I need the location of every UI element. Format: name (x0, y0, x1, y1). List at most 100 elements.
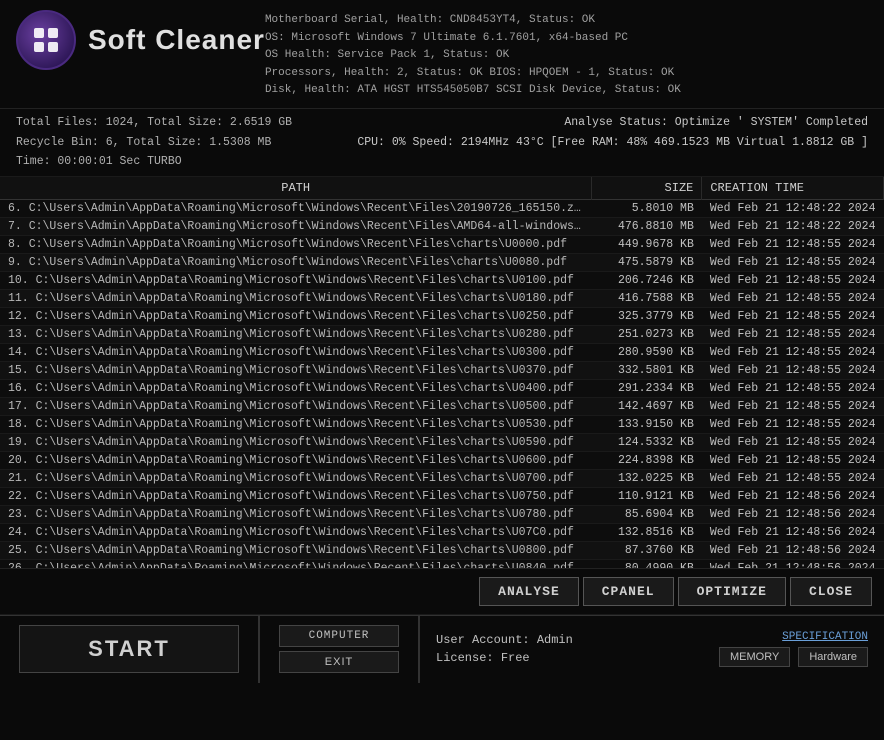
recycle-bin-stat: Recycle Bin: 6, Total Size: 1.5308 MB (16, 133, 271, 153)
computer-exit-area: COMPUTER EXIT (260, 615, 420, 683)
license: License: Free (436, 651, 687, 665)
table-cell-size: 80.4990 KB (592, 559, 702, 569)
table-cell-date: Wed Feb 21 12:48:22 2024 (702, 199, 884, 217)
table-row: 6. C:\Users\Admin\AppData\Roaming\Micros… (0, 199, 884, 217)
app-title: Soft Cleaner (88, 24, 265, 56)
sysinfo-line5: Disk, Health: ATA HGST HTS545050B7 SCSI … (265, 82, 868, 100)
table-cell-date: Wed Feb 21 12:48:55 2024 (702, 415, 884, 433)
table-cell-path: 19. C:\Users\Admin\AppData\Roaming\Micro… (0, 433, 592, 451)
table-row: 26. C:\Users\Admin\AppData\Roaming\Micro… (0, 559, 884, 569)
table-cell-size: 416.7588 KB (592, 289, 702, 307)
user-account-label: User Account: (436, 633, 530, 647)
analyse-status: Analyse Status: Optimize ' SYSTEM' Compl… (564, 113, 868, 133)
user-info-area: User Account: Admin License: Free (420, 615, 703, 683)
logo-area: Soft Cleaner (16, 10, 265, 70)
table-cell-size: 124.5332 KB (592, 433, 702, 451)
col-path: PATH (0, 177, 592, 200)
license-value: Free (501, 651, 530, 665)
table-cell-path: 13. C:\Users\Admin\AppData\Roaming\Micro… (0, 325, 592, 343)
hardware-button[interactable]: Hardware (798, 647, 868, 667)
table-row: 20. C:\Users\Admin\AppData\Roaming\Micro… (0, 451, 884, 469)
table-row: 13. C:\Users\Admin\AppData\Roaming\Micro… (0, 325, 884, 343)
table-cell-path: 23. C:\Users\Admin\AppData\Roaming\Micro… (0, 505, 592, 523)
header: Soft Cleaner Motherboard Serial, Health:… (0, 0, 884, 109)
table-row: 8. C:\Users\Admin\AppData\Roaming\Micros… (0, 235, 884, 253)
cpu-status: CPU: 0% Speed: 2194MHz 43°C [Free RAM: 4… (357, 133, 868, 153)
table-row: 10. C:\Users\Admin\AppData\Roaming\Micro… (0, 271, 884, 289)
sysinfo-line4: Processors, Health: 2, Status: OK BIOS: … (265, 65, 868, 83)
close-button[interactable]: CLOSE (790, 577, 872, 606)
file-table-container[interactable]: PATH SIZE CREATION TIME 6. C:\Users\Admi… (0, 177, 884, 569)
sysinfo-line2: OS: Microsoft Windows 7 Ultimate 6.1.760… (265, 30, 868, 48)
computer-button[interactable]: COMPUTER (279, 625, 399, 647)
col-size: SIZE (592, 177, 702, 200)
exit-button[interactable]: EXIT (279, 651, 399, 673)
table-cell-date: Wed Feb 21 12:48:56 2024 (702, 541, 884, 559)
footer: START COMPUTER EXIT User Account: Admin … (0, 615, 884, 683)
info-row-1: Total Files: 1024, Total Size: 2.6519 GB… (16, 113, 868, 133)
table-cell-size: 476.8810 MB (592, 217, 702, 235)
table-cell-date: Wed Feb 21 12:48:55 2024 (702, 325, 884, 343)
table-cell-date: Wed Feb 21 12:48:55 2024 (702, 271, 884, 289)
table-cell-date: Wed Feb 21 12:48:55 2024 (702, 289, 884, 307)
table-cell-date: Wed Feb 21 12:48:55 2024 (702, 379, 884, 397)
table-row: 9. C:\Users\Admin\AppData\Roaming\Micros… (0, 253, 884, 271)
table-cell-size: 206.7246 KB (592, 271, 702, 289)
table-cell-date: Wed Feb 21 12:48:55 2024 (702, 451, 884, 469)
table-cell-size: 475.5879 KB (592, 253, 702, 271)
table-cell-date: Wed Feb 21 12:48:55 2024 (702, 397, 884, 415)
table-cell-path: 6. C:\Users\Admin\AppData\Roaming\Micros… (0, 199, 592, 217)
table-row: 21. C:\Users\Admin\AppData\Roaming\Micro… (0, 469, 884, 487)
spec-area: SPECIFICATION MEMORY Hardware (703, 615, 884, 683)
action-buttons: ANALYSE CPANEL OPTIMIZE CLOSE (0, 569, 884, 615)
table-cell-size: 110.9121 KB (592, 487, 702, 505)
sysinfo-line3: OS Health: Service Pack 1, Status: OK (265, 47, 868, 65)
table-row: 15. C:\Users\Admin\AppData\Roaming\Micro… (0, 361, 884, 379)
cpanel-button[interactable]: CPANEL (583, 577, 674, 606)
table-cell-size: 87.3760 KB (592, 541, 702, 559)
table-cell-size: 133.9150 KB (592, 415, 702, 433)
user-account-value: Admin (537, 633, 573, 647)
table-row: 23. C:\Users\Admin\AppData\Roaming\Micro… (0, 505, 884, 523)
table-header-row: PATH SIZE CREATION TIME (0, 177, 884, 200)
info-row-2: Recycle Bin: 6, Total Size: 1.5308 MB CP… (16, 133, 868, 153)
table-cell-date: Wed Feb 21 12:48:55 2024 (702, 253, 884, 271)
table-cell-date: Wed Feb 21 12:48:22 2024 (702, 217, 884, 235)
table-cell-path: 16. C:\Users\Admin\AppData\Roaming\Micro… (0, 379, 592, 397)
memory-button[interactable]: MEMORY (719, 647, 790, 667)
user-account: User Account: Admin (436, 633, 687, 647)
time-stat: Time: 00:00:01 Sec TURBO (16, 152, 868, 172)
table-row: 18. C:\Users\Admin\AppData\Roaming\Micro… (0, 415, 884, 433)
table-row: 11. C:\Users\Admin\AppData\Roaming\Micro… (0, 289, 884, 307)
table-cell-size: 291.2334 KB (592, 379, 702, 397)
table-cell-path: 26. C:\Users\Admin\AppData\Roaming\Micro… (0, 559, 592, 569)
file-table: PATH SIZE CREATION TIME 6. C:\Users\Admi… (0, 177, 884, 569)
start-button-area: START (0, 615, 260, 683)
table-cell-path: 7. C:\Users\Admin\AppData\Roaming\Micros… (0, 217, 592, 235)
spec-buttons: MEMORY Hardware (719, 647, 868, 667)
analyse-button[interactable]: ANALYSE (479, 577, 579, 606)
table-cell-path: 10. C:\Users\Admin\AppData\Roaming\Micro… (0, 271, 592, 289)
table-cell-path: 12. C:\Users\Admin\AppData\Roaming\Micro… (0, 307, 592, 325)
table-cell-date: Wed Feb 21 12:48:55 2024 (702, 235, 884, 253)
table-cell-date: Wed Feb 21 12:48:55 2024 (702, 343, 884, 361)
table-cell-path: 18. C:\Users\Admin\AppData\Roaming\Micro… (0, 415, 592, 433)
table-cell-path: 15. C:\Users\Admin\AppData\Roaming\Micro… (0, 361, 592, 379)
table-cell-size: 85.6904 KB (592, 505, 702, 523)
table-row: 22. C:\Users\Admin\AppData\Roaming\Micro… (0, 487, 884, 505)
table-row: 25. C:\Users\Admin\AppData\Roaming\Micro… (0, 541, 884, 559)
table-cell-path: 20. C:\Users\Admin\AppData\Roaming\Micro… (0, 451, 592, 469)
table-cell-size: 332.5801 KB (592, 361, 702, 379)
optimize-button[interactable]: OPTIMIZE (678, 577, 786, 606)
table-cell-path: 11. C:\Users\Admin\AppData\Roaming\Micro… (0, 289, 592, 307)
table-cell-size: 142.4697 KB (592, 397, 702, 415)
start-button[interactable]: START (19, 625, 239, 673)
table-cell-size: 449.9678 KB (592, 235, 702, 253)
table-cell-date: Wed Feb 21 12:48:55 2024 (702, 307, 884, 325)
sysinfo-line1: Motherboard Serial, Health: CND8453YT4, … (265, 12, 868, 30)
table-cell-path: 21. C:\Users\Admin\AppData\Roaming\Micro… (0, 469, 592, 487)
table-cell-size: 325.3779 KB (592, 307, 702, 325)
table-cell-size: 224.8398 KB (592, 451, 702, 469)
specification-link[interactable]: SPECIFICATION (782, 631, 868, 643)
table-cell-path: 22. C:\Users\Admin\AppData\Roaming\Micro… (0, 487, 592, 505)
